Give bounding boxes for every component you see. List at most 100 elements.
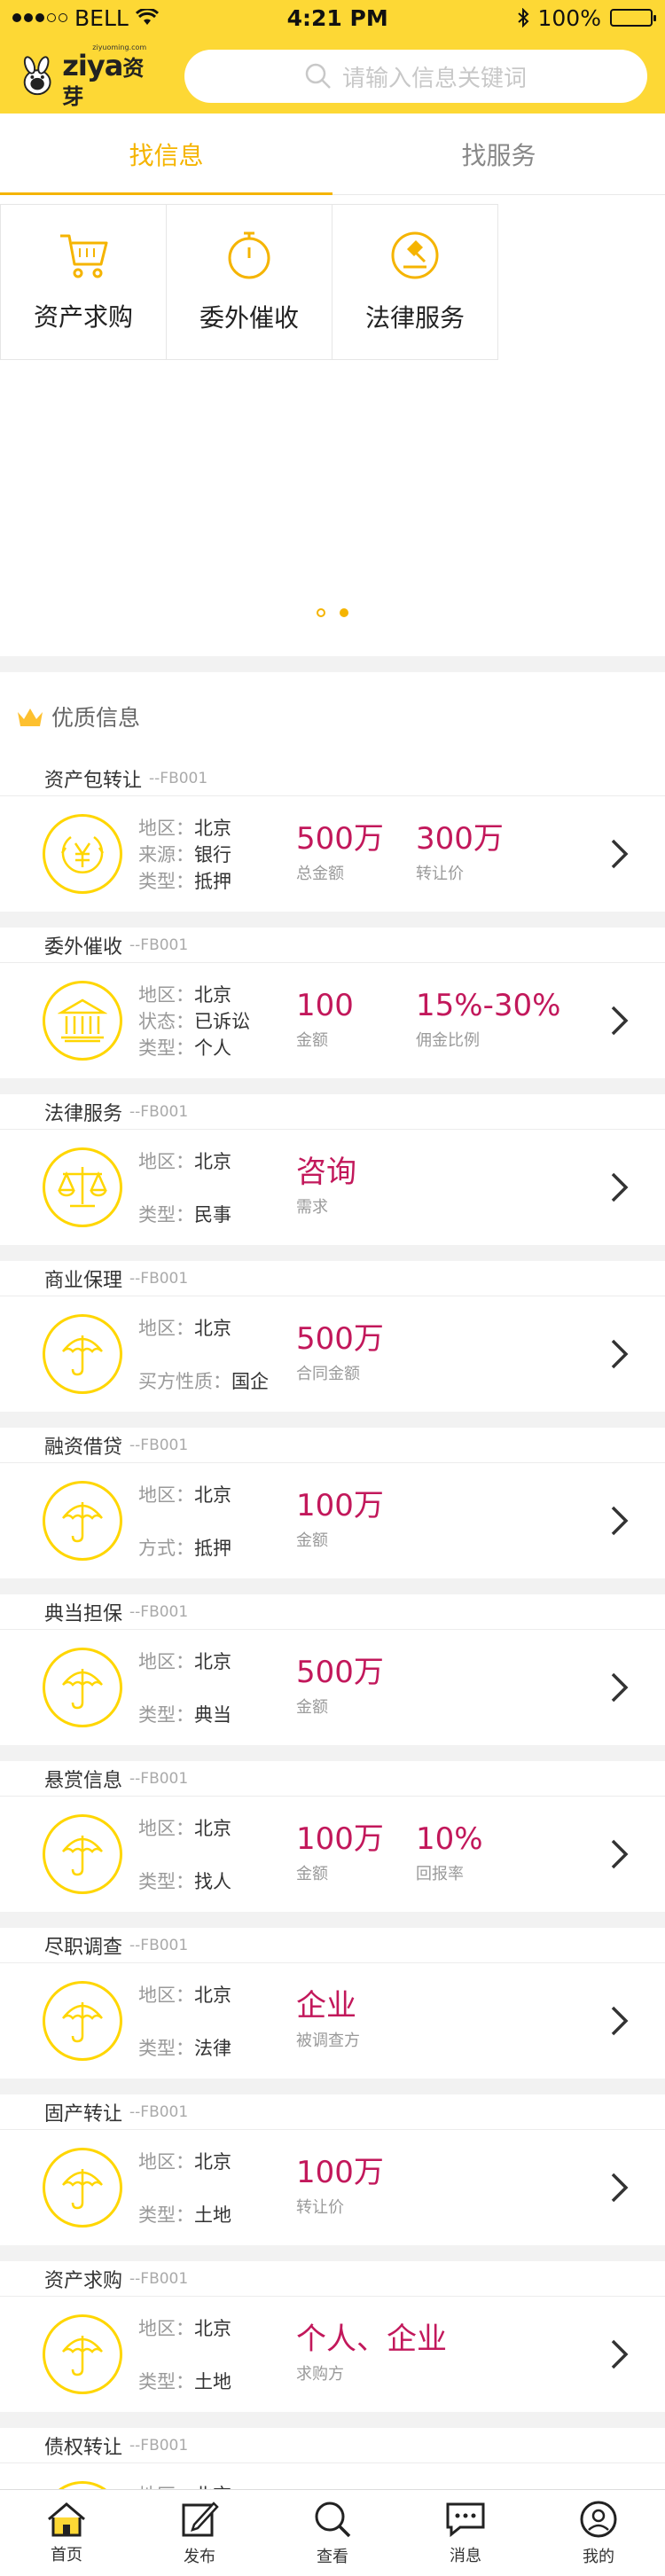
chevron-right-icon[interactable] — [610, 1338, 630, 1374]
category-collection[interactable]: 委外催收 — [166, 204, 332, 360]
category-asset-purchase[interactable]: 资产求购 — [0, 204, 167, 360]
listing-title: 法律服务 — [44, 1102, 123, 1125]
figure-value: 300万 — [416, 821, 504, 857]
chevron-right-icon[interactable] — [610, 1505, 630, 1540]
listing-card[interactable]: 典当担保 --FB001 地区：北京 类型：典当 500万 金额 — [0, 1594, 665, 1745]
figure-value: 100万 — [296, 2155, 384, 2190]
category-label: 法律服务 — [364, 303, 465, 333]
search-icon — [315, 2502, 351, 2537]
nav-publish[interactable]: 发布 — [133, 2490, 266, 2576]
battery-percent: 100% — [537, 4, 601, 31]
listing-figures: 500万 金额 — [296, 1657, 416, 1718]
meta-value: 找人 — [194, 1871, 231, 1892]
listing-card[interactable]: 资产包转让 --FB001 地区：北京 来源：银行 类型：抵押 500万 总金额 300万 转让… — [0, 761, 665, 912]
figure-label: 求购方 — [296, 2365, 344, 2384]
listing-body[interactable]: 地区：北京 类型：找人 100万 金额 10% 回报率 — [0, 1797, 665, 1912]
chevron-right-icon[interactable] — [610, 2172, 630, 2207]
chevron-right-icon[interactable] — [610, 838, 630, 873]
listing-card[interactable]: 固产转让 --FB001 地区：北京 类型：土地 100万 转让价 — [0, 2094, 665, 2245]
figure-label: 回报率 — [416, 1865, 464, 1883]
tab-find-info[interactable]: 找信息 — [0, 114, 332, 203]
listing-code: --FB001 — [129, 1936, 189, 1954]
nav-profile[interactable]: 我的 — [532, 2490, 665, 2576]
chevron-right-icon[interactable] — [610, 2005, 630, 2040]
meta-value: 北京 — [194, 1818, 231, 1839]
listing-body[interactable]: 地区：北京 类型：土地 100万 转让价 — [0, 2130, 665, 2245]
listing-body[interactable]: 地区：北京 方式：抵押 100万 金额 — [0, 1463, 665, 1578]
cart-icon — [60, 234, 108, 278]
listing-code: --FB001 — [129, 1602, 189, 1621]
listing-body[interactable]: 地区：北京 类型：土地 个人、企业 求购方 — [0, 2297, 665, 2412]
chevron-right-icon[interactable] — [610, 1838, 630, 1874]
listing-card[interactable]: 法律服务 --FB001 地区：北京 类型：民事 咨询 需求 — [0, 1094, 665, 1245]
listing-body[interactable]: 地区：北京 类型：法律 企业 被调查方 — [0, 1963, 665, 2079]
search-input[interactable]: 请输入信息关键词 — [184, 50, 647, 103]
listing-title: 债权转让 — [44, 2436, 123, 2459]
listing-header: 典当担保 --FB001 — [0, 1594, 665, 1630]
chevron-right-icon[interactable] — [610, 1171, 630, 1207]
listing-title: 固产转让 — [44, 2102, 123, 2126]
listing-header: 尽职调查 --FB001 — [0, 1928, 665, 1963]
meta-row: 地区：北京 — [138, 1981, 289, 2008]
listing-header: 固产转让 --FB001 — [0, 2094, 665, 2130]
app-header: BELL 4:21 PM 100% ziyuoming.com ziya资芽 请… — [0, 0, 665, 114]
listing-body[interactable]: 地区：北京 类型：典当 500万 金额 — [0, 1630, 665, 1745]
listing-card[interactable]: 商业保理 --FB001 地区：北京 买方性质：国企 500万 合同金额 — [0, 1261, 665, 1412]
listing-header: 资产包转让 --FB001 — [0, 761, 665, 796]
meta-row: 类型：抵押 — [138, 867, 289, 894]
meta-row: 地区：北京 — [138, 1147, 289, 1174]
scale-icon — [43, 1147, 122, 1227]
listing-body[interactable]: 地区：北京 状态：已诉讼 类型：个人 100 金额 15%-30% 佣金比例 — [0, 963, 665, 1078]
meta-value: 法律 — [194, 2038, 231, 2059]
listing-header: 商业保理 --FB001 — [0, 1261, 665, 1296]
chevron-right-icon[interactable] — [610, 1005, 630, 1040]
listing-figure: 10% 回报率 — [416, 1824, 536, 1884]
chevron-right-icon[interactable] — [610, 1672, 630, 1707]
meta-key: 类型： — [138, 871, 194, 892]
meta-row: 地区：北京 — [138, 1481, 289, 1507]
nav-browse[interactable]: 查看 — [266, 2490, 399, 2576]
listing-card[interactable]: 尽职调查 --FB001 地区：北京 类型：法律 企业 被调查方 — [0, 1928, 665, 2079]
chevron-right-icon[interactable] — [610, 2338, 630, 2374]
listing-meta: 地区：北京 买方性质：国企 — [138, 1314, 289, 1394]
listing-title: 资产求购 — [44, 2269, 123, 2292]
meta-key: 来源： — [138, 844, 194, 865]
listing-body[interactable]: 地区：北京 类型：民事 咨询 需求 — [0, 1130, 665, 1245]
listing-header: 委外催收 --FB001 — [0, 928, 665, 963]
listing-figure: 500万 合同金额 — [296, 1324, 416, 1384]
listing-body[interactable]: 地区：北京 买方性质：国企 500万 合同金额 — [0, 1296, 665, 1412]
ziya-logo[interactable]: ziyuoming.com ziya资芽 — [18, 44, 160, 108]
listing-body[interactable]: 地区：北京 来源：银行 类型：抵押 500万 总金额 300万 转让价 — [0, 796, 665, 912]
listing-card[interactable]: 委外催收 --FB001 地区：北京 状态：已诉讼 类型：个人 100 金额 15%-30% 佣… — [0, 928, 665, 1078]
nav-label: 发布 — [184, 2547, 215, 2566]
meta-row: 地区：北京 — [138, 1314, 289, 1341]
listing-figure: 100万 金额 — [296, 1491, 416, 1551]
listing-card[interactable]: 悬赏信息 --FB001 地区：北京 类型：找人 100万 金额 10% 回报率 — [0, 1761, 665, 1912]
meta-key: 地区： — [138, 2151, 194, 2173]
listing-code: --FB001 — [129, 936, 189, 954]
listing-header: 法律服务 --FB001 — [0, 1094, 665, 1130]
listing-meta: 地区：北京 类型：找人 — [138, 1814, 289, 1894]
meta-row: 类型：个人 — [138, 1034, 289, 1061]
pager-dot[interactable] — [317, 608, 325, 617]
meta-key: 类型： — [138, 1704, 194, 1726]
meta-key: 类型： — [138, 1037, 194, 1059]
nav-messages[interactable]: 消息 — [399, 2490, 532, 2576]
meta-value: 北京 — [194, 1651, 231, 1672]
listing-card[interactable]: 资产求购 --FB001 地区：北京 类型：土地 个人、企业 求购方 — [0, 2261, 665, 2412]
listing-meta: 地区：北京 类型：土地 — [138, 2148, 289, 2228]
status-time: 4:21 PM — [286, 4, 388, 31]
listing-card[interactable]: 融资借贷 --FB001 地区：北京 方式：抵押 100万 金额 — [0, 1428, 665, 1578]
meta-row: 地区：北京 — [138, 1648, 289, 1674]
pager-dot-active[interactable] — [340, 608, 348, 617]
meta-key: 地区： — [138, 2318, 194, 2339]
category-carousel[interactable]: 资产求购 委外催收 法律服务 — [0, 195, 665, 656]
category-legal[interactable]: 法律服务 — [332, 204, 498, 360]
tab-find-service[interactable]: 找服务 — [332, 114, 665, 194]
nav-home[interactable]: 首页 — [0, 2490, 133, 2576]
meta-row: 状态：已诉讼 — [138, 1007, 289, 1034]
listing-code: --FB001 — [129, 2102, 189, 2121]
figure-value: 500万 — [296, 1321, 384, 1357]
meta-value: 北京 — [194, 1151, 231, 1172]
umbrella-icon — [43, 2148, 122, 2228]
